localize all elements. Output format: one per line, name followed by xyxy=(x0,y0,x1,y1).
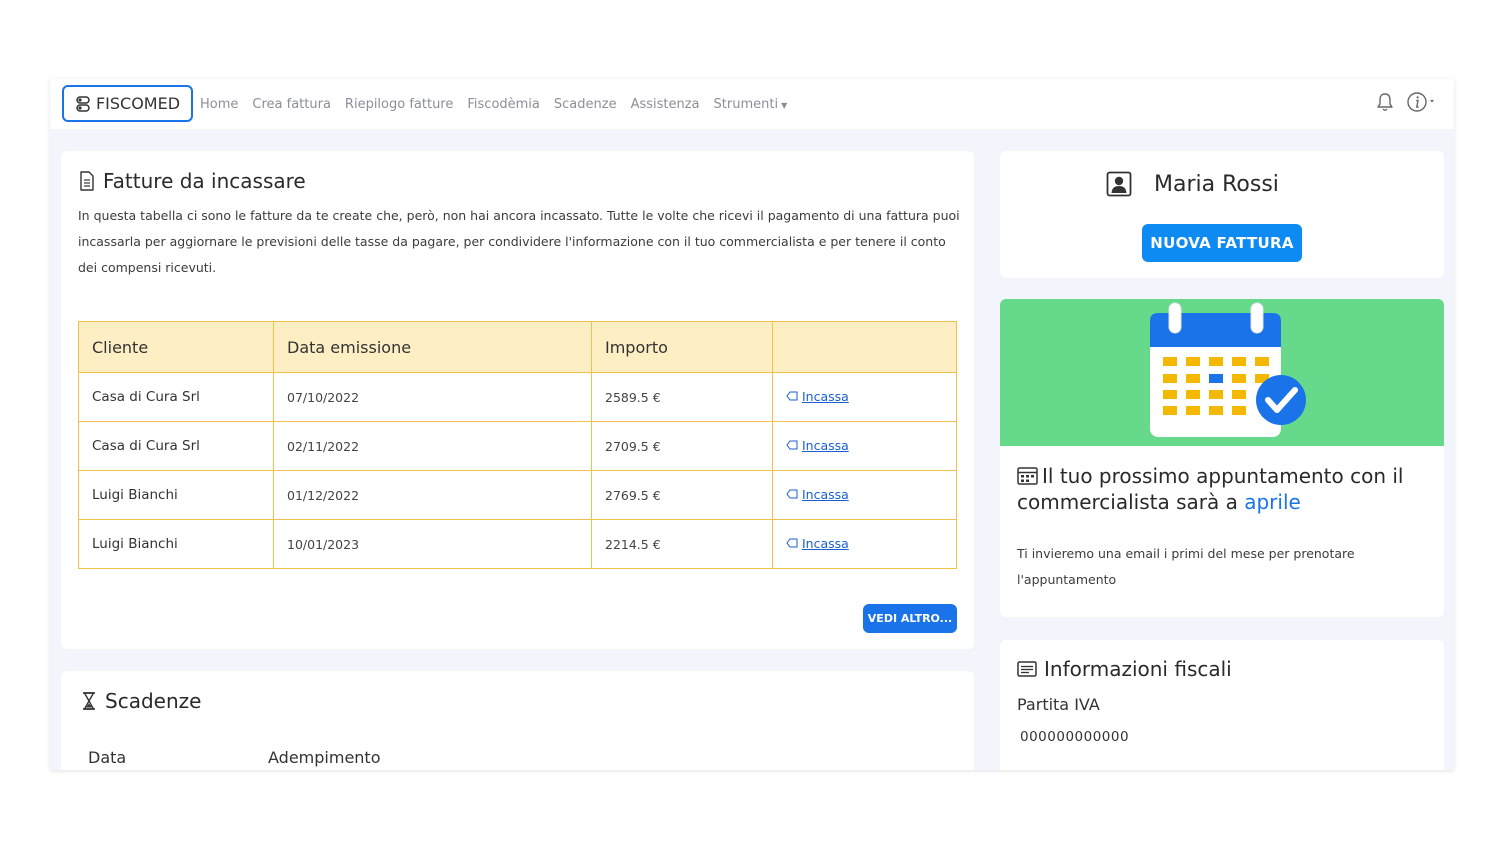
calendar-check-illustration xyxy=(1150,302,1306,437)
invoices-title: Fatture da incassare xyxy=(103,169,306,193)
fiscal-info-card: Informazioni fiscali Partita IVA 0000000… xyxy=(1000,640,1444,770)
cell-cliente: Casa di Cura Srl xyxy=(78,372,274,422)
money-icon xyxy=(786,391,798,401)
table-row: Casa di Cura Srl 02/11/2022 2709.5 € Inc… xyxy=(78,421,957,471)
appointment-text: Ti invieremo una email i primi del mese … xyxy=(1017,546,1355,587)
navbar: FISCOMED Home Crea fattura Riepilogo fat… xyxy=(50,79,1454,129)
info-icon[interactable] xyxy=(1406,91,1436,113)
fiscomed-logo-icon xyxy=(76,95,90,112)
scadenze-card: Scadenze Data Adempimento xyxy=(61,671,974,770)
hourglass-icon xyxy=(83,692,95,710)
table-row: Casa di Cura Srl 07/10/2022 2589.5 € Inc… xyxy=(78,372,957,422)
profile-card: Maria Rossi NUOVA FATTURA xyxy=(1000,151,1444,278)
scadenze-col-data: Data xyxy=(88,748,127,767)
cell-action: Incassa xyxy=(772,470,957,520)
cell-importo: 2769.5 € xyxy=(591,470,773,520)
nav-crea-fattura[interactable]: Crea fattura xyxy=(252,97,331,112)
incassa-label: Incassa xyxy=(802,486,849,502)
cell-action: Incassa xyxy=(772,372,957,422)
table-header-row: Cliente Data emissione Importo xyxy=(78,321,957,373)
cell-cliente: Luigi Bianchi xyxy=(78,470,274,520)
nav-links: Home Crea fattura Riepilogo fatture Fisc… xyxy=(200,79,787,129)
nuova-fattura-button[interactable]: NUOVA FATTURA xyxy=(1142,224,1302,262)
col-cliente: Cliente xyxy=(78,321,274,373)
cell-cliente: Casa di Cura Srl xyxy=(78,421,274,471)
col-azioni xyxy=(772,321,957,373)
cell-action: Incassa xyxy=(772,519,957,569)
app-window: FISCOMED Home Crea fattura Riepilogo fat… xyxy=(50,79,1454,770)
brand-name: FISCOMED xyxy=(95,94,181,113)
nav-home[interactable]: Home xyxy=(200,97,238,112)
money-icon xyxy=(786,489,798,499)
caret-down-icon: ▼ xyxy=(781,100,788,110)
appointment-banner xyxy=(1000,299,1444,446)
incassa-label: Incassa xyxy=(802,437,849,453)
cell-data: 02/11/2022 xyxy=(273,421,592,471)
money-icon xyxy=(786,440,798,450)
scadenze-col-adempimento: Adempimento xyxy=(268,748,381,767)
table-row: Luigi Bianchi 01/12/2022 2769.5 € Incass… xyxy=(78,470,957,520)
col-importo: Importo xyxy=(591,321,773,373)
bell-icon[interactable] xyxy=(1374,91,1396,113)
nav-strumenti-label: Strumenti xyxy=(713,96,779,112)
cell-cliente: Luigi Bianchi xyxy=(78,519,274,569)
incassa-link[interactable]: Incassa xyxy=(786,487,849,502)
money-icon xyxy=(786,538,798,548)
nav-riepilogo-fatture[interactable]: Riepilogo fatture xyxy=(345,97,453,112)
nav-assistenza[interactable]: Assistenza xyxy=(631,97,700,112)
nav-actions xyxy=(1374,91,1436,113)
invoices-heading: Fatture da incassare xyxy=(78,169,306,193)
invoices-table: Cliente Data emissione Importo Casa di C… xyxy=(78,321,957,569)
col-data-emissione: Data emissione xyxy=(273,321,592,373)
table-row: Luigi Bianchi 10/01/2023 2214.5 € Incass… xyxy=(78,519,957,569)
document-icon xyxy=(80,171,94,191)
incassa-link[interactable]: Incassa xyxy=(786,438,849,453)
vedi-altro-button[interactable]: VEDI ALTRO... xyxy=(863,604,957,633)
calendar-icon xyxy=(1017,467,1038,485)
scadenze-title: Scadenze xyxy=(105,689,202,713)
appointment-month: aprile xyxy=(1244,490,1301,514)
profile-heading: Maria Rossi xyxy=(1106,171,1279,197)
brand-logo[interactable]: FISCOMED xyxy=(62,85,193,122)
fiscal-title: Informazioni fiscali xyxy=(1044,657,1232,681)
invoices-card: Fatture da incassare In questa tabella c… xyxy=(61,151,974,649)
appointment-title-text: Il tuo prossimo appuntamento con il comm… xyxy=(1017,464,1404,514)
cell-action: Incassa xyxy=(772,421,957,471)
partita-iva-value: 000000000000 xyxy=(1020,729,1130,745)
incassa-label: Incassa xyxy=(802,388,849,404)
incassa-label: Incassa xyxy=(802,535,849,551)
user-portrait-icon xyxy=(1106,171,1132,197)
cell-importo: 2709.5 € xyxy=(591,421,773,471)
user-name: Maria Rossi xyxy=(1154,171,1279,197)
cell-data: 01/12/2022 xyxy=(273,470,592,520)
info-card-icon xyxy=(1017,661,1037,677)
incassa-link[interactable]: Incassa xyxy=(786,536,849,551)
cell-importo: 2589.5 € xyxy=(591,372,773,422)
fiscal-heading: Informazioni fiscali xyxy=(1017,657,1232,681)
cell-data: 07/10/2022 xyxy=(273,372,592,422)
cell-data: 10/01/2023 xyxy=(273,519,592,569)
nav-scadenze[interactable]: Scadenze xyxy=(554,97,617,112)
invoices-description: In questa tabella ci sono le fatture da … xyxy=(78,208,960,275)
nav-fiscodemia[interactable]: Fiscodèmia xyxy=(467,97,540,112)
incassa-link[interactable]: Incassa xyxy=(786,389,849,404)
partita-iva-label: Partita IVA xyxy=(1017,695,1100,714)
appointment-card: Il tuo prossimo appuntamento con il comm… xyxy=(1000,299,1444,617)
appointment-title: Il tuo prossimo appuntamento con il comm… xyxy=(1017,463,1437,515)
nav-strumenti-dropdown[interactable]: Strumenti ▼ xyxy=(714,97,788,112)
cell-importo: 2214.5 € xyxy=(591,519,773,569)
scadenze-heading: Scadenze xyxy=(80,689,201,713)
